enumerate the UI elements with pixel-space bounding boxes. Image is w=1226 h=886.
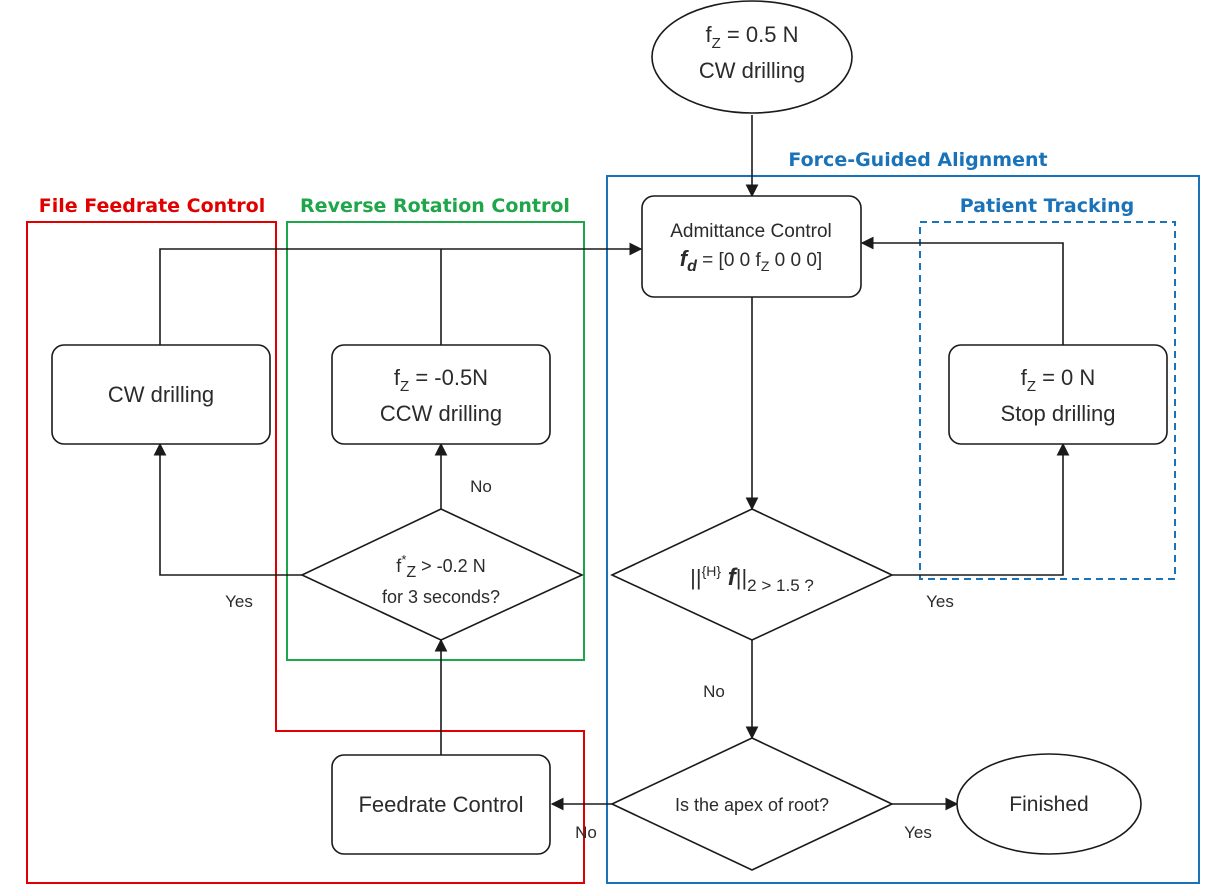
group-title-patient-tracking: Patient Tracking bbox=[960, 195, 1135, 217]
group-title-force-guided: Force-Guided Alignment bbox=[788, 149, 1047, 171]
cw-drilling-label: CW drilling bbox=[108, 382, 214, 407]
node-apex-decision: Is the apex of root? bbox=[610, 737, 894, 871]
feedrate-control-label: Feedrate Control bbox=[358, 792, 523, 817]
time-duration-label: for 3 seconds? bbox=[382, 587, 500, 607]
ccw-drilling-label: CCW drilling bbox=[380, 401, 502, 426]
edge-label-apex-yes: Yes bbox=[904, 823, 932, 842]
svg-text:fd = [0 0 fZ 0 0 0]: fd = [0 0 fZ 0 0 0] bbox=[680, 246, 822, 275]
ccw-f-value: = -0.5N bbox=[409, 365, 488, 390]
time-f-subscript: Z bbox=[406, 564, 416, 581]
time-f-threshold: > -0.2 N bbox=[416, 556, 486, 576]
edge-label-force-yes: Yes bbox=[926, 592, 954, 611]
admittance-vector-start: = [0 0 f bbox=[697, 250, 762, 271]
admittance-title: Admittance Control bbox=[670, 221, 832, 242]
edges bbox=[153, 115, 1070, 811]
group-title-file-feedrate: File Feedrate Control bbox=[39, 195, 265, 217]
node-start: fZ = 0.5 N CW drilling bbox=[651, 0, 853, 114]
node-admittance-control: Admittance Control fd = [0 0 fZ 0 0 0] bbox=[641, 195, 862, 298]
edge-label-time-yes: Yes bbox=[225, 592, 253, 611]
start-cw-drilling: CW drilling bbox=[699, 58, 805, 83]
force-threshold: > 1.5 ? bbox=[757, 576, 814, 595]
node-time-condition-decision: f*Z > -0.2 N for 3 seconds? bbox=[300, 508, 584, 641]
edge-label-apex-no: No bbox=[575, 823, 597, 842]
force-frame-superscript: {H} bbox=[702, 563, 722, 579]
node-force-threshold-decision: ||{H} f||2 > 1.5 ? bbox=[610, 508, 894, 641]
edge-stop-to-admittance bbox=[860, 236, 1064, 345]
stop-drilling-label: Stop drilling bbox=[1001, 401, 1116, 426]
stop-f-subscript: Z bbox=[1027, 378, 1036, 395]
ccw-f-subscript: Z bbox=[400, 378, 409, 395]
force-norm-subscript: 2 bbox=[747, 576, 756, 595]
start-f-subscript: Z bbox=[712, 35, 721, 52]
edge-time-yes-to-cw bbox=[153, 442, 302, 576]
stop-f-value: = 0 N bbox=[1036, 365, 1095, 390]
edge-label-force-no: No bbox=[703, 682, 725, 701]
node-ccw-drilling: fZ = -0.5N CCW drilling bbox=[331, 344, 551, 445]
node-cw-drilling: CW drilling bbox=[51, 344, 271, 445]
start-f-value: = 0.5 N bbox=[721, 22, 799, 47]
finished-label: Finished bbox=[1009, 793, 1088, 816]
flowchart-canvas: File Feedrate Control Reverse Rotation C… bbox=[26, 0, 1200, 884]
force-norm-close: || bbox=[736, 565, 747, 590]
node-finished: Finished bbox=[956, 753, 1142, 855]
apex-question-label: Is the apex of root? bbox=[675, 795, 829, 815]
force-norm-open: || bbox=[690, 565, 701, 590]
node-stop-drilling: fZ = 0 N Stop drilling bbox=[948, 344, 1168, 445]
edge-cw-to-admittance bbox=[159, 242, 643, 345]
group-title-reverse-rotation: Reverse Rotation Control bbox=[300, 195, 570, 217]
admittance-vector-end: 0 0 0] bbox=[769, 250, 822, 271]
edge-force-yes-to-stop bbox=[892, 442, 1070, 576]
node-feedrate-control: Feedrate Control bbox=[331, 754, 551, 855]
edge-label-time-no: No bbox=[470, 477, 492, 496]
